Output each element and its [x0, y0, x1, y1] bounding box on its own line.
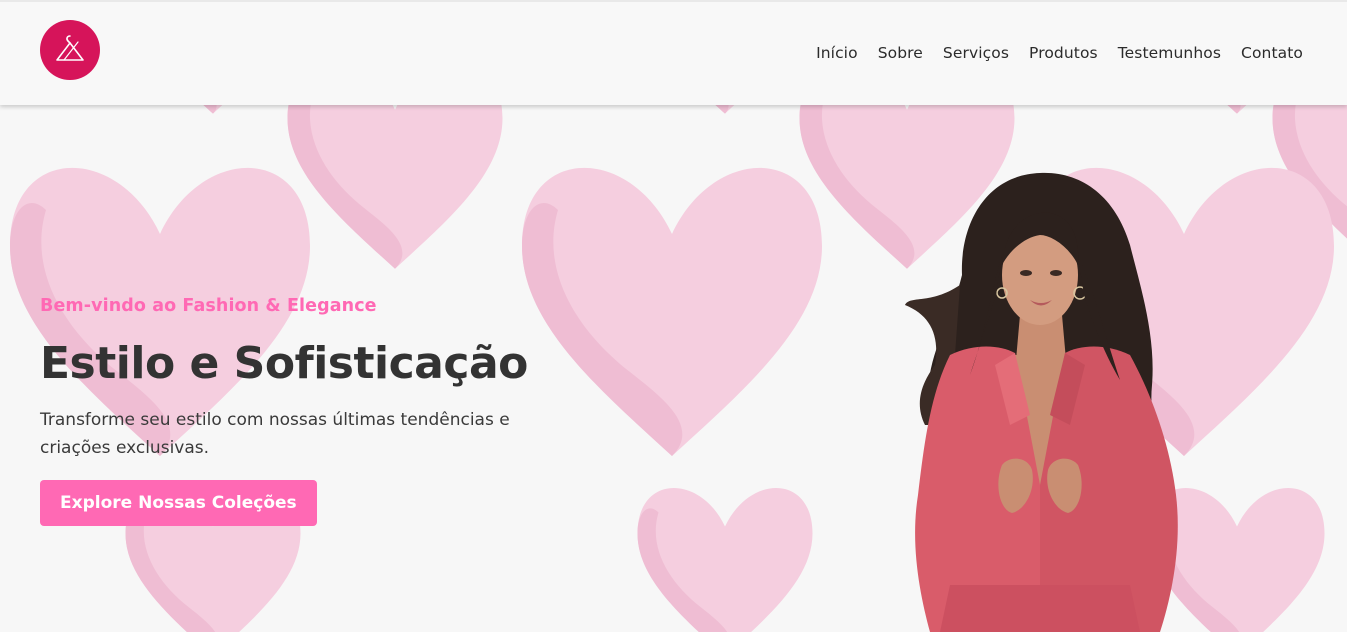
- nav-item-inicio[interactable]: Início: [816, 44, 858, 62]
- model-photo: [905, 172, 1178, 632]
- hanger-logo-icon: [56, 35, 84, 61]
- hero-tagline: Bem-vindo ao Fashion & Elegance: [40, 296, 377, 316]
- nav-item-contato[interactable]: Contato: [1241, 44, 1303, 62]
- hero-headline: Estilo e Sofisticação: [40, 338, 528, 389]
- nav-item-sobre[interactable]: Sobre: [878, 44, 923, 62]
- heart-shape: [522, 167, 822, 457]
- hero-section: Bem-vindo ao Fashion & Elegance Estilo e…: [40, 296, 560, 527]
- brand-logo[interactable]: [40, 20, 100, 80]
- nav-item-produtos[interactable]: Produtos: [1029, 44, 1098, 62]
- explore-collections-button[interactable]: Explore Nossas Coleções: [40, 480, 317, 527]
- nav-item-servicos[interactable]: Serviços: [943, 44, 1009, 62]
- main-navigation: Início Sobre Serviços Produtos Testemunh…: [816, 44, 1303, 62]
- heart-shape: [637, 487, 813, 632]
- site-header: Início Sobre Serviços Produtos Testemunh…: [0, 0, 1347, 105]
- landing-page: Início Sobre Serviços Produtos Testemunh…: [0, 0, 1347, 632]
- nav-item-testemunhos[interactable]: Testemunhos: [1118, 44, 1221, 62]
- hero-subtitle: Transforme seu estilo com nossas últimas…: [40, 410, 510, 459]
